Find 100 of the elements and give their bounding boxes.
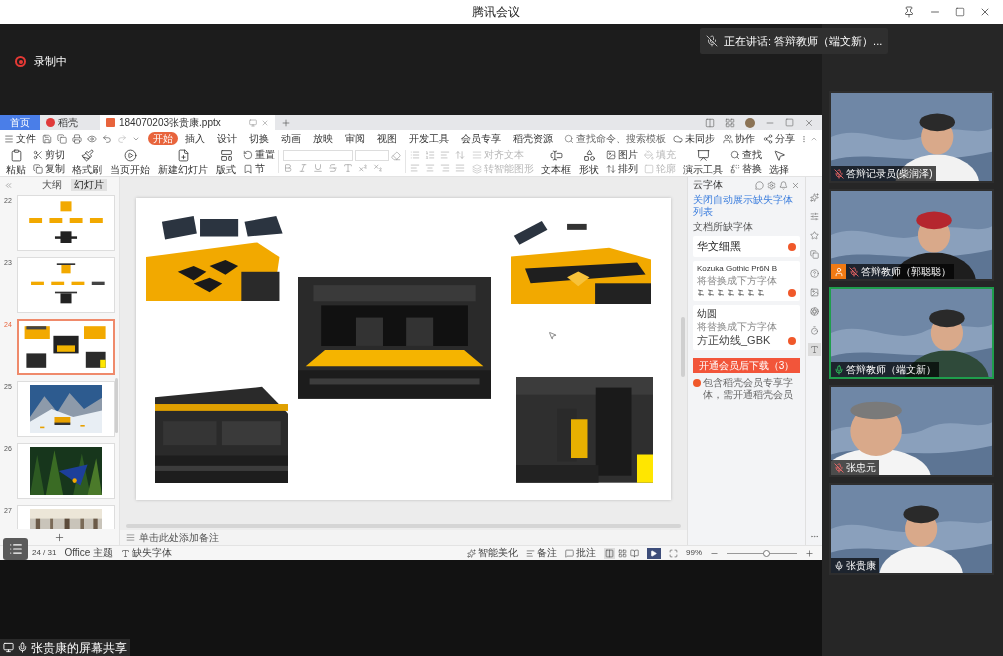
font-card[interactable]: 幼圆 将替换成下方字体 方正幼线_GBK [693,305,800,350]
side-tool[interactable] [807,248,821,261]
sliders-icon [809,212,819,221]
ribbon-button[interactable]: 格式刷 [68,147,106,176]
ribbon-button[interactable]: 节 [243,162,275,175]
outline-icon [644,163,654,174]
ribbon-button[interactable]: 查找 [730,148,762,161]
zoom-in-icon [805,548,814,558]
ribbon-tab[interactable]: 视图 [372,132,402,145]
star-icon [809,231,819,240]
slider-thumb[interactable] [762,549,770,557]
video-tile[interactable]: 答辩教师（端文新） [829,287,994,379]
home-tab[interactable]: 首页 [0,115,40,130]
side-tool[interactable] [807,210,821,223]
list-button[interactable] [3,538,28,560]
ribbon-button[interactable]: 新建幻灯片 [154,147,212,176]
ribbon-tab[interactable]: 放映 [308,132,338,145]
ribbon-button[interactable]: 排列 [606,162,638,175]
slide-canvas[interactable] [136,198,671,500]
ribbon-button[interactable]: 复制 [33,162,65,175]
collapse-panel-icon [4,180,13,190]
video-tile[interactable]: 答辩记录员(柴润泽) [829,91,994,183]
side-tool[interactable] [807,286,821,299]
side-tool[interactable] [807,343,821,356]
video-tile[interactable]: 张忠元 [829,385,994,477]
ribbon-button[interactable]: 形状 [575,147,603,176]
ribbon-button[interactable]: 粘贴 [2,147,30,176]
indent-icon [440,150,450,160]
comments-button[interactable]: 批注 [565,548,596,558]
ribbon-tab[interactable]: 开发工具 [404,132,454,145]
font-name: 幼圆 [697,309,718,319]
replace-icon [730,163,740,174]
panel-tab[interactable]: 幻灯片 [71,179,107,191]
ribbon-button[interactable]: 演示工具 [679,147,727,176]
underline-icon [313,163,323,173]
font-sample-drawing [697,289,767,297]
search-icon [564,133,574,144]
pin-icon[interactable] [903,6,915,18]
help-icon [809,269,819,278]
ribbon-button[interactable]: 重置 [243,148,275,161]
notes-field[interactable]: 单击此处添加备注 [139,532,219,543]
ribbon-tab[interactable]: 插入 [180,132,210,145]
add-slide-icon [54,531,65,543]
reset-icon [243,149,253,160]
ribbon-button[interactable]: 文本框 [537,147,575,176]
layout-icon [219,148,233,162]
beautify-button[interactable]: 智能美化 [467,548,518,558]
video-tile[interactable]: 答辩教师（郭聪聪） [829,189,994,281]
zoom-slider[interactable] [727,549,797,557]
toggle-list-link[interactable]: 关闭自动展示缺失字体列表 [693,194,800,218]
toolbar-action[interactable]: 未同步 [670,133,718,144]
ribbon-button[interactable]: 当页开始 [106,147,154,176]
bullet-list-icon [410,150,420,160]
aperture-icon [809,307,819,316]
file-tab[interactable]: 184070203张贵康.pptx [100,115,275,130]
maximize-icon[interactable] [955,7,965,17]
grid-view-icon [618,548,627,558]
ribbon-tab[interactable]: 审阅 [340,132,370,145]
video-tile[interactable]: 张贵康 [829,483,994,575]
zoom-percent: 99% [686,549,702,557]
file-menu[interactable]: 文件 [4,133,40,144]
font-name-field[interactable] [283,150,353,161]
side-tool[interactable] [807,229,821,242]
scissors-icon [33,149,43,160]
monitor-icon [249,118,257,127]
ribbon-tab[interactable]: 稻壳资源 [508,132,558,145]
notes-button[interactable]: 备注 [526,548,557,558]
ribbon-button[interactable]: 剪切 [33,148,65,161]
ribbon-tab[interactable]: 设计 [212,132,242,145]
toolbar-action[interactable]: 协作 [720,133,758,144]
font-card[interactable]: Kozuka Gothic Pr6N B 将替换成下方字体 [693,261,800,301]
replace-hint: 将替换成下方字体 [697,276,778,286]
missing-fonts-button[interactable]: 缺失字体 [121,548,173,558]
participant-name: 答辩记录员(柴润泽) [846,168,933,179]
participant-name: 张忠元 [846,462,876,473]
play-button[interactable] [647,547,661,559]
side-tool[interactable] [807,267,821,280]
toolbar-action[interactable]: 分享 [760,133,798,144]
ribbon-button[interactable]: 替换 [730,162,762,175]
ribbon-tab[interactable]: 动画 [276,132,306,145]
side-tool[interactable] [807,305,821,318]
command-search-field[interactable]: 查找命令、搜索模板 [576,133,666,144]
ribbon-button[interactable]: 选择 [765,147,793,176]
close-icon [804,117,814,128]
panel-tab[interactable]: 大纲 [39,179,65,191]
ribbon-tab[interactable]: 切换 [244,132,274,145]
font-icon [121,548,131,558]
ribbon-button[interactable]: 版式 [212,147,240,176]
side-tool[interactable] [807,191,821,204]
font-card[interactable]: 华文细黑 [693,236,800,257]
close-icon[interactable] [979,6,991,18]
new-slide-icon [176,148,190,162]
align-right-icon [440,163,450,173]
font-size-field[interactable] [355,150,389,161]
ribbon-button[interactable]: 图片 [606,148,638,161]
normal-view-button[interactable] [604,547,615,559]
undo-icon [102,133,112,144]
avatar[interactable] [745,117,755,128]
people-icon [723,133,733,144]
ribbon-tab[interactable]: 会员专享 [456,132,506,145]
